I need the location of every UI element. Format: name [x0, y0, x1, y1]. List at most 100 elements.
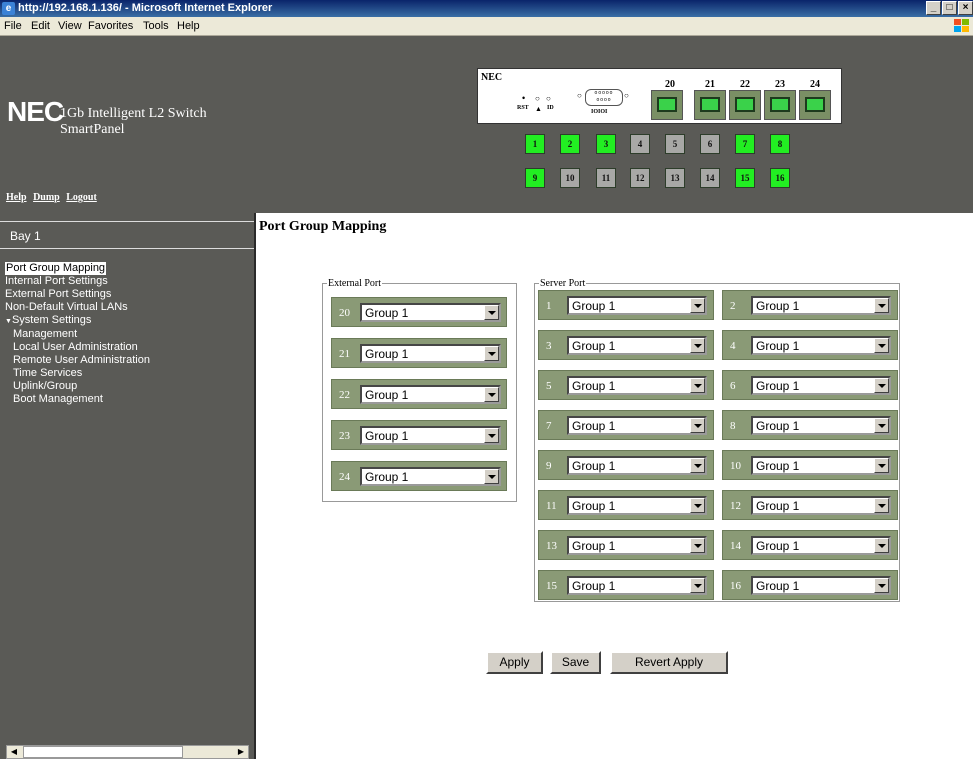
sidebar-horizontal-scrollbar[interactable]: ◀ ▶	[6, 745, 249, 759]
chevron-down-icon[interactable]	[484, 387, 499, 402]
group-select-port-9[interactable]: Group 1	[567, 456, 707, 475]
scroll-left-icon[interactable]: ◀	[7, 746, 21, 758]
group-select-port-8[interactable]: Group 1	[751, 416, 891, 435]
ext-port-21[interactable]	[694, 90, 726, 120]
nav-port-group-mapping[interactable]: Port Group Mapping	[5, 262, 107, 275]
group-select-port-23[interactable]: Group 1	[360, 426, 501, 445]
server-port-tile-3[interactable]: 3	[596, 134, 616, 154]
ext-port-23[interactable]	[764, 90, 796, 120]
chevron-down-icon[interactable]	[690, 338, 705, 353]
nav-local-user-admin[interactable]: Local User Administration	[5, 341, 150, 354]
chevron-down-icon[interactable]	[874, 378, 889, 393]
server-port-tile-11[interactable]: 11	[596, 168, 616, 188]
group-select-port-7[interactable]: Group 1	[567, 416, 707, 435]
server-port-tile-7[interactable]: 7	[735, 134, 755, 154]
revert-apply-button[interactable]: Revert Apply	[610, 651, 728, 674]
server-port-tile-15[interactable]: 15	[735, 168, 755, 188]
scroll-thumb[interactable]	[23, 746, 183, 758]
close-button[interactable]: ×	[958, 1, 973, 15]
chevron-down-icon[interactable]	[690, 538, 705, 553]
menu-file[interactable]: File	[4, 20, 22, 32]
server-port-tile-8[interactable]: 8	[770, 134, 790, 154]
minimize-button[interactable]: _	[926, 1, 941, 15]
chevron-down-icon[interactable]	[484, 469, 499, 484]
chevron-down-icon[interactable]	[874, 298, 889, 313]
port-mapping-row-6: 6 Group 1	[722, 370, 898, 400]
group-select-port-16[interactable]: Group 1	[751, 576, 891, 595]
group-select-value: Group 1	[756, 579, 800, 593]
nav-system-settings[interactable]: ▼System Settings	[5, 314, 150, 328]
group-select-port-20[interactable]: Group 1	[360, 303, 501, 322]
server-port-tile-16[interactable]: 16	[770, 168, 790, 188]
chevron-down-icon[interactable]	[690, 458, 705, 473]
scroll-right-icon[interactable]: ▶	[234, 746, 248, 758]
group-select-port-13[interactable]: Group 1	[567, 536, 707, 555]
ext-port-20[interactable]	[651, 90, 683, 120]
menu-edit[interactable]: Edit	[31, 20, 50, 32]
group-select-port-3[interactable]: Group 1	[567, 336, 707, 355]
ext-port-24[interactable]	[799, 90, 831, 120]
group-select-port-5[interactable]: Group 1	[567, 376, 707, 395]
chevron-down-icon[interactable]	[690, 378, 705, 393]
group-select-value: Group 1	[572, 539, 616, 553]
chevron-down-icon[interactable]	[874, 578, 889, 593]
led-icon: ○	[535, 94, 540, 103]
chevron-down-icon[interactable]	[690, 578, 705, 593]
group-select-port-22[interactable]: Group 1	[360, 385, 501, 404]
nav-boot-management[interactable]: Boot Management	[5, 393, 150, 406]
server-port-tile-6[interactable]: 6	[700, 134, 720, 154]
help-link[interactable]: Help	[6, 192, 27, 203]
group-select-port-24[interactable]: Group 1	[360, 467, 501, 486]
group-select-port-21[interactable]: Group 1	[360, 344, 501, 363]
group-select-port-4[interactable]: Group 1	[751, 336, 891, 355]
nav-time-services[interactable]: Time Services	[5, 367, 150, 380]
dump-link[interactable]: Dump	[33, 192, 60, 203]
server-port-tile-1[interactable]: 1	[525, 134, 545, 154]
chevron-down-icon[interactable]	[690, 498, 705, 513]
server-port-tile-4[interactable]: 4	[630, 134, 650, 154]
server-port-tile-10[interactable]: 10	[560, 168, 580, 188]
chevron-down-icon[interactable]	[874, 458, 889, 473]
chevron-down-icon[interactable]	[874, 418, 889, 433]
group-select-port-10[interactable]: Group 1	[751, 456, 891, 475]
chevron-down-icon[interactable]	[874, 538, 889, 553]
chevron-down-icon[interactable]	[484, 346, 499, 361]
logout-link[interactable]: Logout	[66, 192, 97, 203]
group-select-value: Group 1	[756, 459, 800, 473]
server-port-tile-14[interactable]: 14	[700, 168, 720, 188]
menu-tools[interactable]: Tools	[143, 20, 169, 32]
apply-button[interactable]: Apply	[486, 651, 543, 674]
group-select-port-12[interactable]: Group 1	[751, 496, 891, 515]
menu-view[interactable]: View	[58, 20, 82, 32]
group-select-port-1[interactable]: Group 1	[567, 296, 707, 315]
chevron-down-icon[interactable]	[874, 498, 889, 513]
group-select-port-2[interactable]: Group 1	[751, 296, 891, 315]
nav-internal-port-settings[interactable]: Internal Port Settings	[5, 275, 150, 288]
menu-favorites[interactable]: Favorites	[88, 20, 133, 32]
group-select-value: Group 1	[572, 299, 616, 313]
group-select-port-15[interactable]: Group 1	[567, 576, 707, 595]
save-button[interactable]: Save	[550, 651, 601, 674]
chevron-down-icon[interactable]	[874, 338, 889, 353]
server-port-tile-2[interactable]: 2	[560, 134, 580, 154]
server-port-tile-5[interactable]: 5	[665, 134, 685, 154]
server-port-tile-13[interactable]: 13	[665, 168, 685, 188]
nav-external-port-settings[interactable]: External Port Settings	[5, 288, 150, 301]
menu-help[interactable]: Help	[177, 20, 200, 32]
server-port-tile-12[interactable]: 12	[630, 168, 650, 188]
nav-remote-user-admin[interactable]: Remote User Administration	[5, 354, 150, 367]
nav-uplink-group[interactable]: Uplink/Group	[5, 380, 150, 393]
nav-management[interactable]: Management	[5, 328, 150, 341]
group-select-port-6[interactable]: Group 1	[751, 376, 891, 395]
group-select-port-14[interactable]: Group 1	[751, 536, 891, 555]
chevron-down-icon[interactable]	[690, 418, 705, 433]
chevron-down-icon[interactable]	[484, 428, 499, 443]
server-port-tile-9[interactable]: 9	[525, 168, 545, 188]
ext-port-22[interactable]	[729, 90, 761, 120]
chevron-down-icon[interactable]	[690, 298, 705, 313]
maximize-button[interactable]: □	[942, 1, 957, 15]
chevron-down-icon[interactable]	[484, 305, 499, 320]
header-links: Help Dump Logout	[6, 192, 101, 203]
nav-non-default-vlans[interactable]: Non-Default Virtual LANs	[5, 301, 150, 314]
group-select-port-11[interactable]: Group 1	[567, 496, 707, 515]
